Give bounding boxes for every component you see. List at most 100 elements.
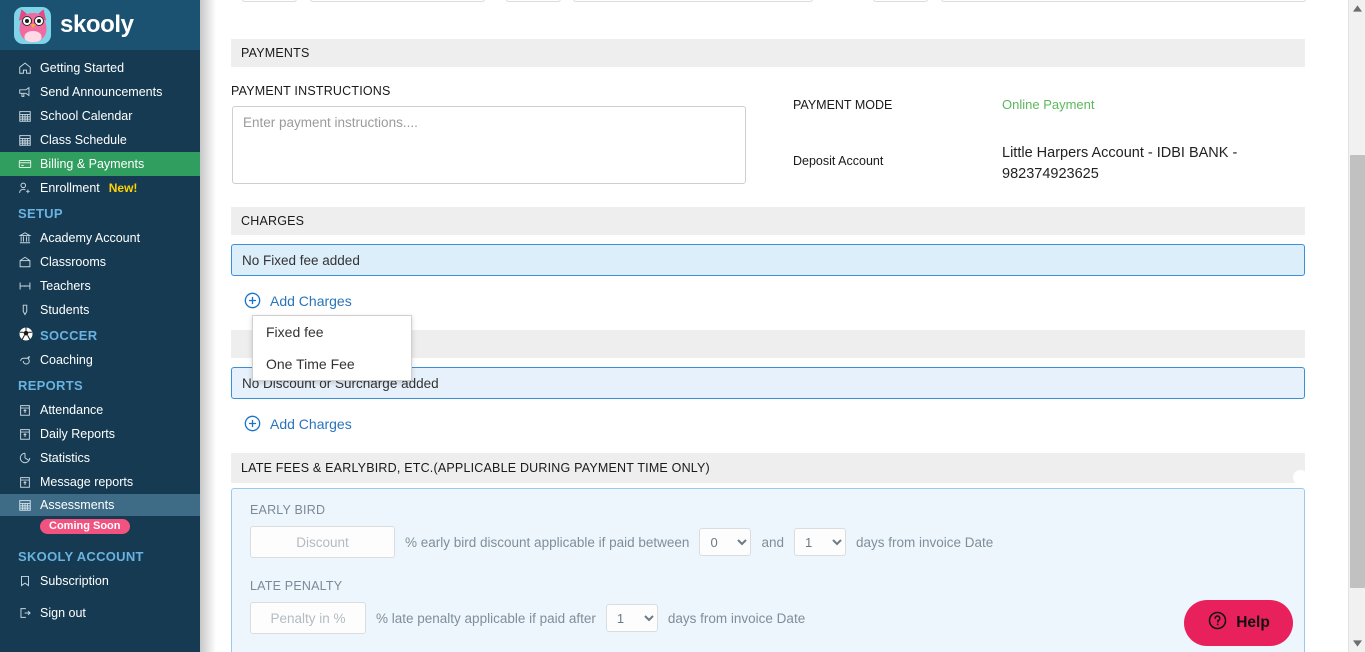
early-bird-row: % early bird discount applicable if paid…	[250, 526, 1286, 558]
sidebar-item-students[interactable]: Students	[0, 298, 200, 322]
add-charges-button-discount[interactable]: Add Charges	[244, 415, 352, 432]
section-title: PAYMENTS	[241, 46, 310, 60]
brand-name: skooly	[60, 11, 134, 38]
owl-logo-icon	[14, 6, 51, 44]
early-bird-text-after: days from invoice Date	[855, 534, 994, 550]
sidebar-label: Teachers	[40, 278, 91, 293]
sidebar-label: Billing & Payments	[40, 156, 145, 171]
whistle-icon	[18, 353, 40, 367]
sidebar-label: Classrooms	[40, 254, 106, 269]
plus-circle-icon	[244, 415, 261, 432]
sidebar-item-class-schedule[interactable]: Class Schedule	[0, 128, 200, 152]
sidebar-label: School Calendar	[40, 108, 133, 123]
early-bird-to-select[interactable]: 1	[793, 528, 846, 556]
card-icon	[18, 157, 40, 171]
late-penalty-row: % late penalty applicable if paid after …	[250, 602, 1286, 634]
calendar-icon	[18, 498, 40, 512]
page-scrollbar[interactable]	[1348, 0, 1365, 652]
sidebar-item-coaching[interactable]: Coaching	[0, 348, 200, 372]
sidebar-item-send-announcements[interactable]: Send Announcements	[0, 80, 200, 104]
deposit-account-label: Deposit Account	[793, 154, 884, 168]
late-fees-section-header: LATE FEES & EARLYBIRD, ETC.(APPLICABLE D…	[231, 453, 1308, 485]
dropdown-item-one-time-fee[interactable]: One Time Fee	[253, 348, 411, 380]
partial-field	[242, 0, 297, 2]
payment-instructions-label: PAYMENT INSTRUCTIONS	[231, 84, 391, 98]
brand-header[interactable]: skooly	[0, 0, 200, 50]
partial-field	[310, 0, 485, 2]
early-bird-text-before: % early bird discount applicable if paid…	[405, 534, 690, 550]
caret-up-icon[interactable]	[1349, 0, 1365, 17]
caret-down-icon[interactable]	[1349, 635, 1365, 652]
plus-circle-icon	[244, 292, 261, 309]
sidebar-label: Assessments	[40, 497, 115, 512]
payment-instructions-input[interactable]	[232, 106, 746, 184]
payment-mode-value: Online Payment	[1002, 97, 1095, 112]
sidebar-item-assessments[interactable]: Assessments Coming Soon	[0, 494, 200, 539]
add-charges-label: Add Charges	[270, 292, 352, 309]
sidebar-item-attendance[interactable]: Attendance	[0, 398, 200, 422]
late-penalty-text-after: days from invoice Date	[667, 610, 806, 626]
sidebar-label: Message reports	[40, 474, 134, 489]
help-button[interactable]: Help	[1184, 600, 1293, 646]
sidebar-label: Enrollment	[40, 180, 100, 195]
sidebar-item-daily-reports[interactable]: Daily Reports	[0, 422, 200, 446]
sidebar-label: Students	[40, 302, 90, 317]
sidebar-item-getting-started[interactable]: Getting Started	[0, 56, 200, 80]
sidebar-label: Attendance	[40, 402, 104, 417]
sidebar-label: Daily Reports	[40, 426, 116, 441]
dropdown-item-label: One Time Fee	[266, 356, 355, 372]
add-charges-button-fixed[interactable]: Add Charges	[244, 292, 352, 309]
home-icon	[18, 61, 40, 75]
sidebar: skooly Getting Started Send Announcement…	[0, 0, 200, 652]
scrollbar-thumb[interactable]	[1350, 155, 1365, 588]
charges-section-header: CHARGES	[231, 207, 1305, 235]
sidebar-item-billing-payments[interactable]: Billing & Payments	[0, 152, 200, 176]
toggle-knob	[1292, 469, 1308, 485]
sidebar-group-reports: REPORTS	[18, 377, 83, 393]
early-bird-from-select[interactable]: 0	[699, 528, 752, 556]
dropdown-item-fixed-fee[interactable]: Fixed fee	[253, 316, 411, 348]
deposit-account-value: Little Harpers Account - IDBI BANK - 982…	[1002, 145, 1238, 182]
sidebar-item-subscription[interactable]: Subscription	[0, 569, 200, 593]
sidebar-item-teachers[interactable]: Teachers	[0, 274, 200, 298]
megaphone-icon	[18, 85, 40, 99]
late-penalty-input[interactable]	[250, 602, 366, 634]
sidebar-label: Academy Account	[40, 230, 141, 245]
charges-empty-box: No Fixed fee added	[231, 244, 1305, 276]
late-penalty-text-before: % late penalty applicable if paid after	[376, 610, 596, 626]
partial-field	[941, 0, 1306, 2]
partial-field	[573, 0, 813, 2]
calendar-icon	[18, 109, 40, 123]
add-charges-dropdown-menu[interactable]: Fixed fee One Time Fee	[252, 315, 412, 381]
early-bird-discount-input[interactable]	[250, 526, 395, 558]
main-content: PAYMENTS PAYMENT INSTRUCTIONS PAYMENT MO…	[216, 0, 1349, 652]
calendar-icon	[18, 133, 40, 147]
sidebar-item-statistics[interactable]: Statistics	[0, 446, 200, 470]
student-icon	[18, 303, 40, 317]
sidebar-item-sign-out[interactable]: Sign out	[0, 601, 200, 625]
bank-icon	[18, 231, 40, 245]
sidebar-item-message-reports[interactable]: Message reports	[0, 470, 200, 494]
sidebar-group-soccer: SOCCER	[0, 322, 200, 348]
report-icon	[18, 403, 40, 417]
sidebar-item-academy-account[interactable]: Academy Account	[0, 226, 200, 250]
sidebar-item-enrollment[interactable]: Enrollment New!	[0, 176, 200, 200]
sidebar-group-label: SOCCER	[40, 327, 98, 343]
sidebar-label: Send Announcements	[40, 84, 163, 99]
sidebar-label: Sign out	[40, 605, 86, 620]
late-penalty-days-select[interactable]: 1	[605, 604, 658, 632]
early-bird-and-text: and	[761, 534, 784, 550]
report-icon	[18, 475, 40, 489]
pie-chart-icon	[18, 451, 40, 465]
sidebar-item-school-calendar[interactable]: School Calendar	[0, 104, 200, 128]
partial-fields-row	[216, 0, 1316, 2]
section-title: CHARGES	[241, 214, 305, 228]
classroom-icon	[18, 255, 40, 269]
sidebar-shadow	[200, 0, 216, 652]
partial-field	[873, 0, 928, 2]
sidebar-label: Getting Started	[40, 60, 125, 75]
report-icon	[18, 427, 40, 441]
partial-field	[506, 0, 561, 2]
sidebar-item-classrooms[interactable]: Classrooms	[0, 250, 200, 274]
sidebar-label: Class Schedule	[40, 132, 127, 147]
